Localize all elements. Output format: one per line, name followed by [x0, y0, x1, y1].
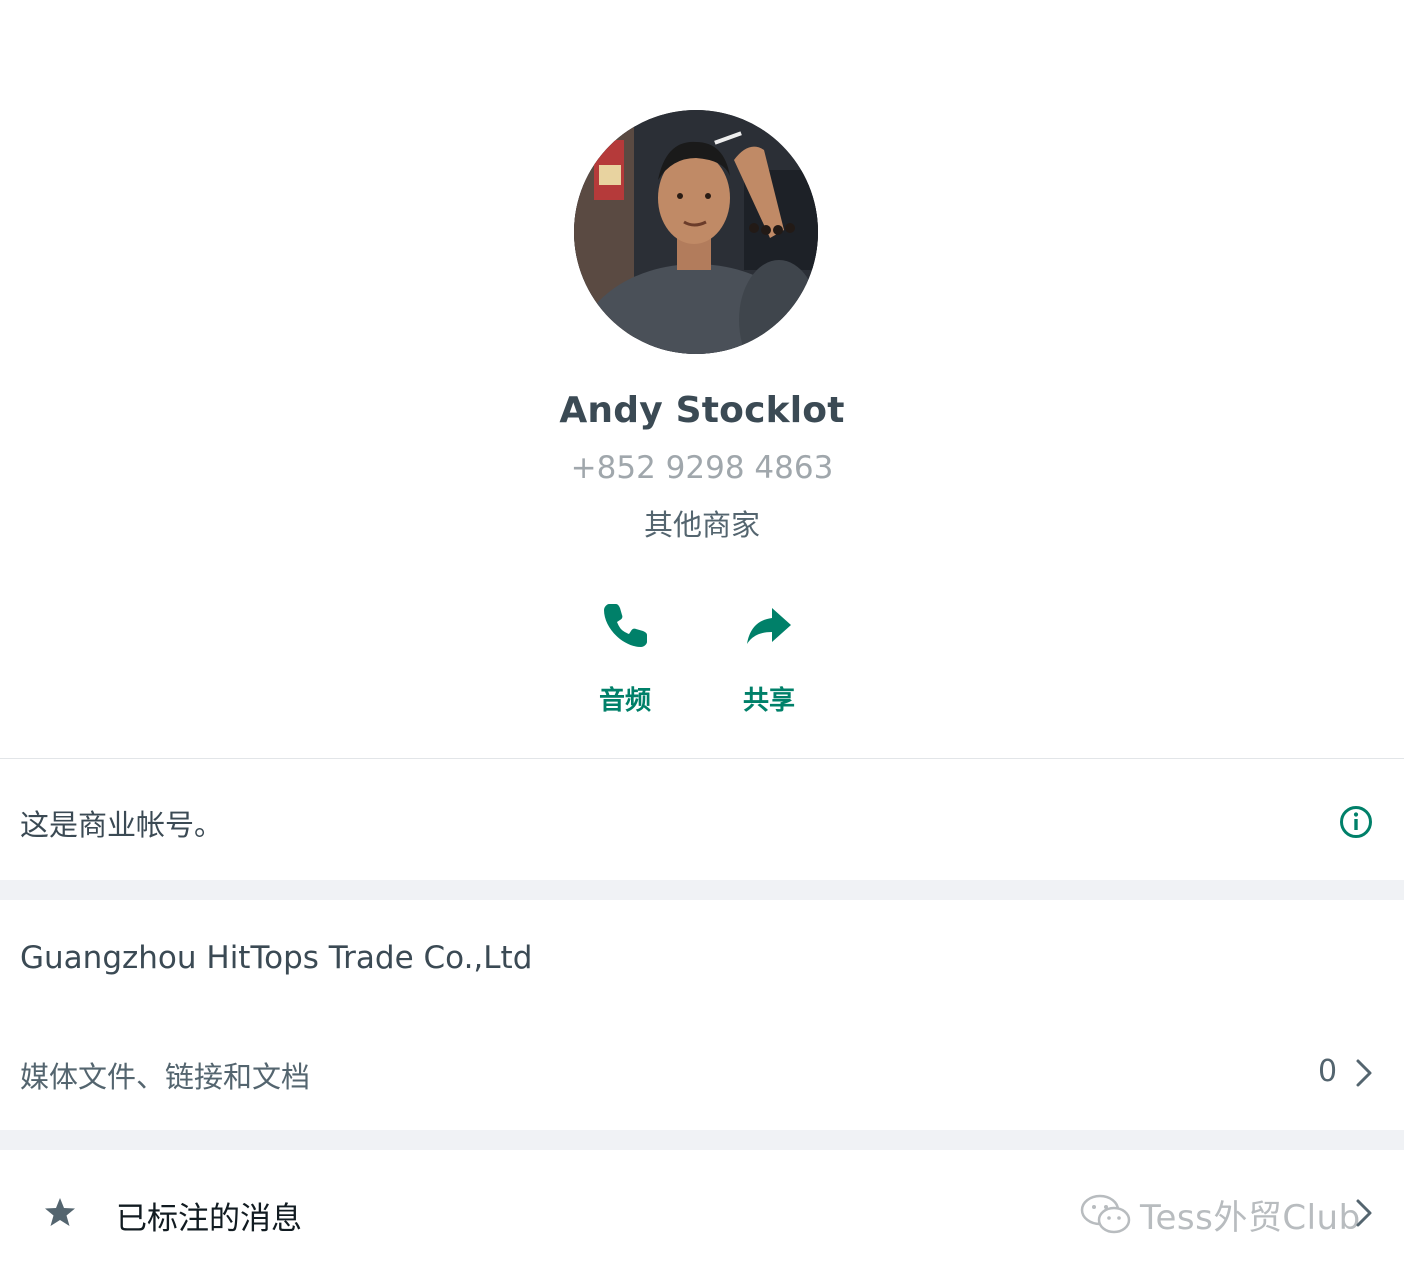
- chevron-right-icon: [1356, 1059, 1372, 1087]
- section-separator: [0, 1130, 1404, 1150]
- avatar-photo: [574, 110, 818, 354]
- share-arrow-icon: [747, 608, 791, 644]
- company-name: Guangzhou HitTops Trade Co.,Ltd: [20, 940, 533, 976]
- media-links-docs-row[interactable]: 媒体文件、链接和文档 0: [0, 1040, 1404, 1110]
- star-icon: [45, 1198, 75, 1226]
- info-icon[interactable]: [1338, 804, 1374, 840]
- business-account-text: 这是商业帐号。: [20, 808, 224, 842]
- business-account-notice[interactable]: 这是商业帐号。: [0, 760, 1404, 880]
- chevron-right-icon: [1356, 1199, 1372, 1227]
- starred-messages-row[interactable]: 已标注的消息 Tess外贸Club: [0, 1150, 1404, 1276]
- avatar[interactable]: [574, 110, 818, 354]
- phone-icon: [604, 604, 647, 647]
- audio-call-button[interactable]: 音频: [555, 596, 695, 726]
- media-count: 0: [1318, 1054, 1338, 1089]
- contact-phone: +852 9298 4863: [570, 450, 834, 486]
- business-details: Guangzhou HitTops Trade Co.,Ltd 媒体文件、链接和…: [0, 900, 1404, 1130]
- share-button[interactable]: 共享: [699, 596, 839, 726]
- starred-messages-label: 已标注的消息: [116, 1201, 302, 1237]
- wechat-logo-icon: [1080, 1194, 1131, 1234]
- media-label: 媒体文件、链接和文档: [20, 1060, 311, 1094]
- contact-info-header: Andy Stocklot +852 9298 4863 其他商家 音频 共享: [0, 0, 1404, 758]
- watermark: Tess外贸Club: [1078, 1190, 1361, 1238]
- watermark-text: Tess外贸Club: [1140, 1197, 1361, 1238]
- audio-label: 音频: [598, 686, 651, 716]
- contact-name: Andy Stocklot: [559, 390, 845, 431]
- divider: [0, 758, 1404, 759]
- business-category: 其他商家: [643, 508, 760, 542]
- section-separator: [0, 880, 1404, 900]
- share-label: 共享: [742, 686, 795, 716]
